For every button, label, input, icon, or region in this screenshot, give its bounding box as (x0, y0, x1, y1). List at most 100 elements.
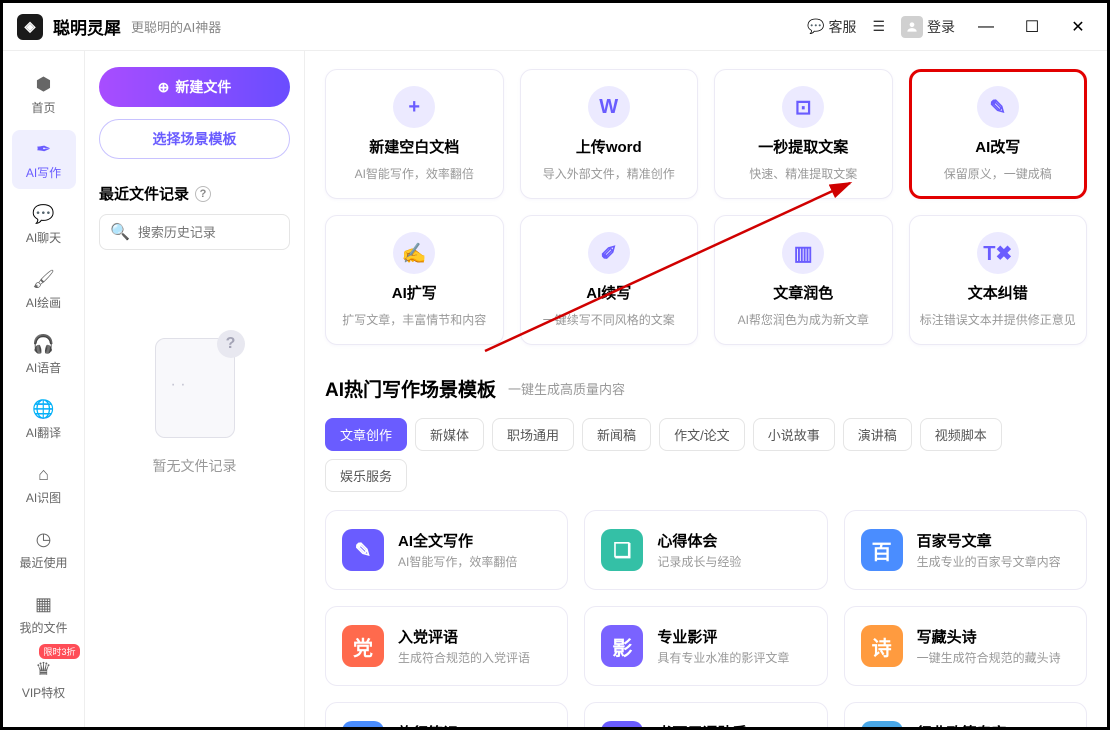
choose-template-button[interactable]: 选择场景模板 (99, 119, 290, 159)
help-icon[interactable]: ? (195, 186, 211, 202)
template-title: 专业影评 (657, 626, 789, 647)
template-title: 行业政策专家 (917, 722, 1061, 727)
recent-files-header: 最近文件记录 ? (99, 183, 290, 204)
templates-section-title: AI热门写作场景模板 一键生成高质量内容 (325, 375, 1087, 402)
search-input[interactable] (138, 225, 279, 240)
feature-card-0[interactable]: + 新建空白文档 AI智能写作，效率翻倍 (325, 69, 504, 199)
chat-bubble-icon: 💬 (807, 18, 824, 35)
feature-sub: AI帮您润色为成为新文章 (728, 311, 879, 328)
template-tab-8[interactable]: 娱乐服务 (325, 459, 407, 492)
crown-icon: ♛ (33, 658, 55, 680)
sidebar-item-2[interactable]: 💬 AI聊天 (12, 195, 76, 254)
feature-card-6[interactable]: ▥文章润色AI帮您润色为成为新文章 (714, 215, 893, 345)
feature-sub: 扩写文章，丰富情节和内容 (332, 311, 496, 328)
sidebar-item-3[interactable]: 🖌AI绘画 (12, 260, 76, 319)
feature-title: 文章润色 (773, 282, 833, 303)
plus-circle-icon: ⊕ (158, 79, 170, 96)
template-item-8[interactable]: ☑行业政策专家根据行业名称提供政策框架 (844, 702, 1087, 727)
template-item-4[interactable]: 影专业影评具有专业水准的影评文章 (584, 606, 827, 686)
template-item-3[interactable]: 党入党评语生成符合规范的入党评语 (325, 606, 568, 686)
feature-icon: + (393, 86, 435, 128)
sidebar-item-label: AI绘画 (26, 294, 61, 311)
template-tab-3[interactable]: 新闻稿 (582, 418, 651, 451)
template-tab-0[interactable]: 文章创作 (325, 418, 407, 451)
feature-title: AI续写 (586, 282, 631, 303)
feature-sub: 快速、精准提取文案 (739, 165, 867, 182)
template-tab-4[interactable]: 作文/论文 (659, 418, 745, 451)
feature-card-4[interactable]: ✍AI扩写扩写文章，丰富情节和内容 (325, 215, 504, 345)
scan-icon: ⌂ (33, 463, 55, 485)
feature-sub: AI智能写作，效率翻倍 (345, 165, 484, 182)
template-title: 旅行笔记 (398, 722, 518, 727)
home-icon: ⬢ (33, 73, 55, 95)
sidebar: ⬢首页 ✒AI写作 💬 AI聊天 🖌AI绘画 🎧AI语音 🌐 AI翻译 ⌂ AI识图 ◷最近使用 ▦我… (3, 51, 85, 727)
mid-column: ⊕ 新建文件 选择场景模板 最近文件记录 ? 🔍 · · ? 暂无文件记录 (85, 51, 305, 727)
template-title: 百家号文章 (917, 530, 1061, 551)
minimize-button[interactable]: — (971, 12, 1001, 42)
feature-card-3[interactable]: ✎AI改写保留原义，一键成稿 (909, 69, 1088, 199)
file-icon: ▦ (33, 593, 55, 615)
chat-icon: 💬 (33, 203, 55, 225)
sidebar-item-8[interactable]: ▦我的文件 (12, 585, 76, 644)
template-tab-2[interactable]: 职场通用 (492, 418, 574, 451)
feature-card-2[interactable]: ⊡一秒提取文案快速、精准提取文案 (714, 69, 893, 199)
feature-title: 上传word (576, 136, 642, 157)
template-icon: 诗 (861, 625, 903, 667)
template-sub: 生成专业的百家号文章内容 (917, 553, 1061, 570)
template-item-5[interactable]: 诗写藏头诗一键生成符合规范的藏头诗 (844, 606, 1087, 686)
template-tab-7[interactable]: 视频脚本 (920, 418, 1002, 451)
feature-sub: 一键续写不同风格的文案 (533, 311, 685, 328)
template-tabs: 文章创作新媒体职场通用新闻稿作文/论文小说故事演讲稿视频脚本娱乐服务 (325, 418, 1087, 492)
template-item-2[interactable]: 百百家号文章生成专业的百家号文章内容 (844, 510, 1087, 590)
search-icon: 🔍 (110, 222, 130, 242)
sidebar-item-0[interactable]: ⬢首页 (12, 65, 76, 124)
app-logo-icon: ◈ (17, 14, 43, 40)
feature-title: 文本纠错 (968, 282, 1028, 303)
sidebar-item-1[interactable]: ✒AI写作 (12, 130, 76, 189)
template-item-7[interactable]: 书书面用语助手高效智能写作好帮手 (584, 702, 827, 727)
close-button[interactable]: ✕ (1063, 12, 1093, 42)
template-icon: ✈ (342, 721, 384, 727)
template-icon: 影 (601, 625, 643, 667)
sidebar-item-label: AI识图 (26, 489, 61, 506)
template-icon: ☑ (861, 721, 903, 727)
template-tab-6[interactable]: 演讲稿 (843, 418, 912, 451)
template-item-0[interactable]: ✎AI全文写作AI智能写作，效率翻倍 (325, 510, 568, 590)
sidebar-item-9[interactable]: ♛VIP特权限时3折 (12, 650, 76, 709)
template-item-6[interactable]: ✈旅行笔记高效记录旅行中的点滴 (325, 702, 568, 727)
clock-icon: ◷ (33, 528, 55, 550)
customer-service-button[interactable]: 💬 客服 (807, 17, 856, 37)
template-sub: 生成符合规范的入党评语 (398, 649, 530, 666)
sidebar-item-label: AI写作 (26, 164, 61, 181)
maximize-button[interactable]: ☐ (1017, 12, 1047, 42)
template-tab-5[interactable]: 小说故事 (753, 418, 835, 451)
feature-icon: T✖ (977, 232, 1019, 274)
feature-title: AI改写 (975, 136, 1020, 157)
search-box[interactable]: 🔍 (99, 214, 290, 250)
vip-badge: 限时3折 (39, 644, 79, 659)
template-item-1[interactable]: ❏心得体会记录成长与经验 (584, 510, 827, 590)
feature-title: AI扩写 (392, 282, 437, 303)
feature-card-7[interactable]: T✖文本纠错标注错误文本并提供修正意见 (909, 215, 1088, 345)
main-content: +新建空白文档AI智能写作，效率翻倍W上传word导入外部文件，精准创作⊡一秒提… (305, 51, 1107, 727)
feature-grid: +新建空白文档AI智能写作，效率翻倍W上传word导入外部文件，精准创作⊡一秒提… (325, 69, 1087, 345)
sidebar-item-4[interactable]: 🎧AI语音 (12, 325, 76, 384)
menu-button[interactable]: ☰ (872, 18, 885, 35)
feature-icon: W (588, 86, 630, 128)
translate-icon: 🌐 (33, 398, 55, 420)
template-title: 书面用语助手 (657, 722, 765, 727)
sidebar-item-label: AI翻译 (26, 424, 61, 441)
template-tab-1[interactable]: 新媒体 (415, 418, 484, 451)
sidebar-item-6[interactable]: ⌂ AI识图 (12, 455, 76, 514)
feature-icon: ✐ (588, 232, 630, 274)
login-button[interactable]: 登录 (901, 16, 955, 38)
feature-card-5[interactable]: ✐ AI续写一键续写不同风格的文案 (520, 215, 699, 345)
feature-title: 新建空白文档 (369, 136, 459, 157)
sidebar-item-label: AI聊天 (26, 229, 61, 246)
feature-title: 一秒提取文案 (758, 136, 848, 157)
feature-card-1[interactable]: W上传word导入外部文件，精准创作 (520, 69, 699, 199)
new-file-button[interactable]: ⊕ 新建文件 (99, 67, 290, 107)
sidebar-item-5[interactable]: 🌐 AI翻译 (12, 390, 76, 449)
template-sub: AI智能写作，效率翻倍 (398, 553, 517, 570)
sidebar-item-7[interactable]: ◷最近使用 (12, 520, 76, 579)
